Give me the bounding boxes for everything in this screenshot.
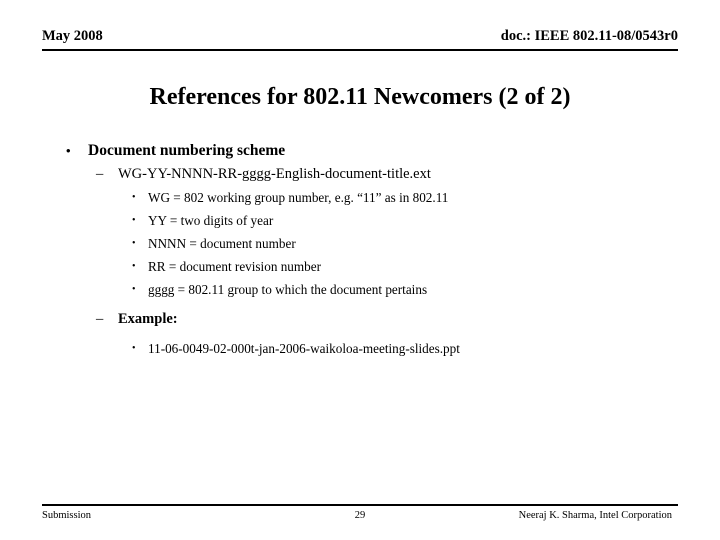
bullet-marker-icon: • bbox=[132, 215, 136, 226]
bullet-marker-icon: • bbox=[132, 343, 136, 354]
dash-marker-icon: – bbox=[96, 166, 104, 182]
bullet-level3-wg: • WG = 802 working group number, e.g. “1… bbox=[42, 188, 678, 211]
bullet-marker-icon: • bbox=[132, 261, 136, 272]
footer-author: Neeraj K. Sharma, Intel Corporation bbox=[518, 510, 672, 521]
header-divider bbox=[42, 49, 678, 51]
bullet-marker-icon: • bbox=[132, 238, 136, 249]
header-document-id: doc.: IEEE 802.11-08/0543r0 bbox=[500, 28, 678, 44]
dash-marker-icon: – bbox=[96, 311, 104, 327]
bullet-level1-document-numbering-scheme: • Document numbering scheme bbox=[42, 140, 678, 164]
bullet-text: RR = document revision number bbox=[148, 259, 321, 274]
bullet-level3-rr: • RR = document revision number bbox=[42, 257, 678, 280]
footer-divider bbox=[42, 504, 678, 506]
bullet-text: NNNN = document number bbox=[148, 236, 296, 251]
slide: May 2008 doc.: IEEE 802.11-08/0543r0 Ref… bbox=[0, 0, 720, 540]
bullet-text: Document numbering scheme bbox=[88, 142, 286, 159]
bullet-text: WG-YY-NNNN-RR-gggg-English-document-titl… bbox=[118, 166, 431, 182]
header-date: May 2008 bbox=[42, 28, 103, 44]
bullet-level2-example-label: – Example: bbox=[42, 309, 678, 333]
bullet-text: gggg = 802.11 group to which the documen… bbox=[148, 282, 428, 297]
bullet-text: YY = two digits of year bbox=[148, 213, 274, 228]
bullet-level2-scheme-pattern: – WG-YY-NNNN-RR-gggg-English-document-ti… bbox=[42, 164, 678, 188]
bullet-text: WG = 802 working group number, e.g. “11”… bbox=[148, 190, 449, 205]
bullet-marker-icon: • bbox=[132, 192, 136, 203]
bullet-level3-yy: • YY = two digits of year bbox=[42, 211, 678, 234]
bullet-text: Example: bbox=[118, 311, 178, 327]
bullet-level3-nnnn: • NNNN = document number bbox=[42, 234, 678, 257]
slide-header: May 2008 doc.: IEEE 802.11-08/0543r0 bbox=[42, 27, 678, 51]
bullet-marker-icon: • bbox=[132, 284, 136, 295]
page-title: References for 802.11 Newcomers (2 of 2) bbox=[149, 84, 571, 110]
slide-footer: Submission 29 Neeraj K. Sharma, Intel Co… bbox=[42, 509, 678, 527]
bullet-level3-example-value: • 11-06-0049-02-000t-jan-2006-waikoloa-m… bbox=[42, 339, 678, 362]
bullet-level3-gggg: • gggg = 802.11 group to which the docum… bbox=[42, 280, 678, 303]
bullet-marker-icon: • bbox=[66, 143, 71, 158]
bullet-text: 11-06-0049-02-000t-jan-2006-waikoloa-mee… bbox=[148, 341, 460, 356]
slide-body: • Document numbering scheme – WG-YY-NNNN… bbox=[42, 140, 678, 362]
